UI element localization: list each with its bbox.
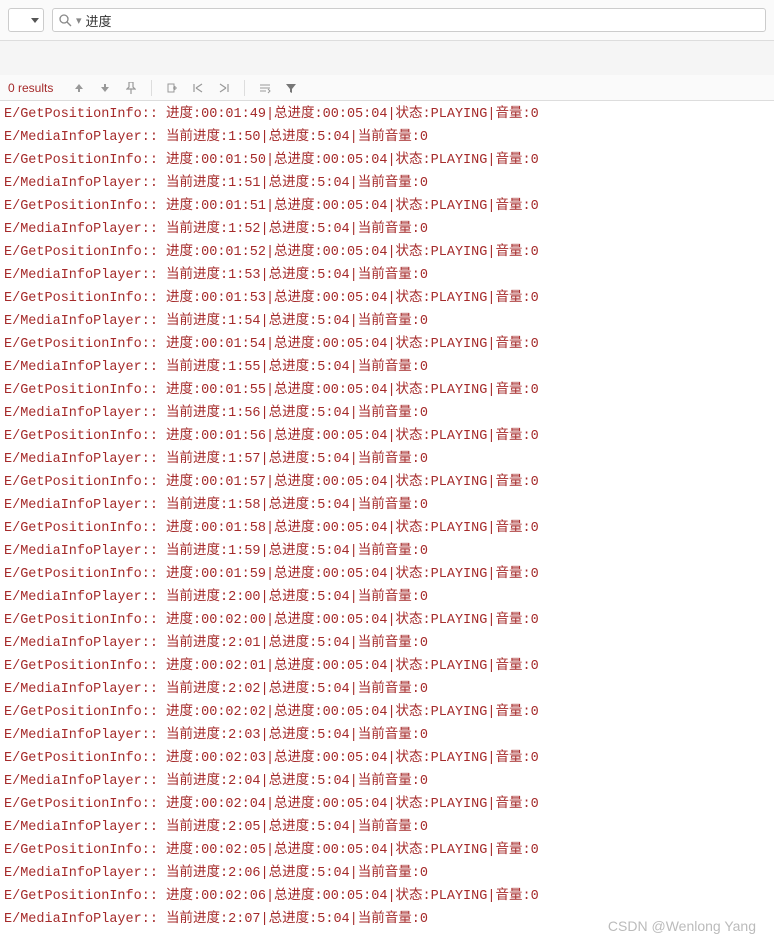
log-line[interactable]: E/GetPositionInfo:: 进度:00:01:49|总进度:00:0… — [4, 103, 770, 126]
log-line[interactable]: E/MediaInfoPlayer:: 当前进度:2:00|总进度:5:04|当… — [4, 586, 770, 609]
log-line[interactable]: E/MediaInfoPlayer:: 当前进度:1:52|总进度:5:04|当… — [4, 218, 770, 241]
log-line[interactable]: E/MediaInfoPlayer:: 当前进度:1:55|总进度:5:04|当… — [4, 356, 770, 379]
log-line[interactable]: E/MediaInfoPlayer:: 当前进度:2:03|总进度:5:04|当… — [4, 724, 770, 747]
log-line[interactable]: E/MediaInfoPlayer:: 当前进度:1:59|总进度:5:04|当… — [4, 540, 770, 563]
add-bookmark-icon[interactable] — [164, 80, 180, 96]
log-line[interactable]: E/GetPositionInfo:: 进度:00:01:57|总进度:00:0… — [4, 471, 770, 494]
search-icon — [59, 14, 72, 27]
log-line[interactable]: E/GetPositionInfo:: 进度:00:01:54|总进度:00:0… — [4, 333, 770, 356]
log-line[interactable]: E/MediaInfoPlayer:: 当前进度:1:56|总进度:5:04|当… — [4, 402, 770, 425]
pin-icon[interactable] — [123, 80, 139, 96]
log-line[interactable]: E/GetPositionInfo:: 进度:00:01:55|总进度:00:0… — [4, 379, 770, 402]
log-line[interactable]: E/GetPositionInfo:: 进度:00:02:06|总进度:00:0… — [4, 885, 770, 908]
top-bar: ▾ — [0, 0, 774, 41]
log-toolbar: 0 results — [0, 75, 774, 101]
log-line[interactable]: E/GetPositionInfo:: 进度:00:01:59|总进度:00:0… — [4, 563, 770, 586]
arrow-up-icon[interactable] — [71, 80, 87, 96]
separator — [244, 80, 245, 96]
results-count: 0 results — [8, 81, 53, 95]
scroll-end-icon[interactable] — [216, 80, 232, 96]
log-line[interactable]: E/MediaInfoPlayer:: 当前进度:1:54|总进度:5:04|当… — [4, 310, 770, 333]
log-line[interactable]: E/MediaInfoPlayer:: 当前进度:1:51|总进度:5:04|当… — [4, 172, 770, 195]
log-line[interactable]: E/MediaInfoPlayer:: 当前进度:2:06|总进度:5:04|当… — [4, 862, 770, 885]
log-line[interactable]: E/GetPositionInfo:: 进度:00:02:03|总进度:00:0… — [4, 747, 770, 770]
log-line[interactable]: E/GetPositionInfo:: 进度:00:01:52|总进度:00:0… — [4, 241, 770, 264]
chevron-down-icon — [31, 18, 39, 23]
log-line[interactable]: E/MediaInfoPlayer:: 当前进度:1:50|总进度:5:04|当… — [4, 126, 770, 149]
arrow-down-icon[interactable] — [97, 80, 113, 96]
log-line[interactable]: E/GetPositionInfo:: 进度:00:01:51|总进度:00:0… — [4, 195, 770, 218]
log-line[interactable]: E/GetPositionInfo:: 进度:00:02:00|总进度:00:0… — [4, 609, 770, 632]
separator — [151, 80, 152, 96]
regex-indicator: ▾ — [76, 14, 82, 27]
log-output[interactable]: E/GetPositionInfo:: 进度:00:01:49|总进度:00:0… — [0, 101, 774, 933]
log-line[interactable]: E/GetPositionInfo:: 进度:00:02:05|总进度:00:0… — [4, 839, 770, 862]
log-line[interactable]: E/GetPositionInfo:: 进度:00:01:50|总进度:00:0… — [4, 149, 770, 172]
log-line[interactable]: E/MediaInfoPlayer:: 当前进度:1:58|总进度:5:04|当… — [4, 494, 770, 517]
soft-wrap-icon[interactable] — [257, 80, 273, 96]
scroll-start-icon[interactable] — [190, 80, 206, 96]
log-line[interactable]: E/MediaInfoPlayer:: 当前进度:2:05|总进度:5:04|当… — [4, 816, 770, 839]
search-field[interactable]: ▾ — [52, 8, 766, 32]
log-line[interactable]: E/MediaInfoPlayer:: 当前进度:2:07|总进度:5:04|当… — [4, 908, 770, 931]
log-line[interactable]: E/MediaInfoPlayer:: 当前进度:2:01|总进度:5:04|当… — [4, 632, 770, 655]
log-line[interactable]: E/GetPositionInfo:: 进度:00:02:01|总进度:00:0… — [4, 655, 770, 678]
log-line[interactable]: E/MediaInfoPlayer:: 当前进度:2:04|总进度:5:04|当… — [4, 770, 770, 793]
log-line[interactable]: E/GetPositionInfo:: 进度:00:01:58|总进度:00:0… — [4, 517, 770, 540]
log-line[interactable]: E/MediaInfoPlayer:: 当前进度:1:53|总进度:5:04|当… — [4, 264, 770, 287]
filter-dropdown[interactable] — [8, 8, 44, 32]
log-line[interactable]: E/GetPositionInfo:: 进度:00:01:56|总进度:00:0… — [4, 425, 770, 448]
log-line[interactable]: E/GetPositionInfo:: 进度:00:02:02|总进度:00:0… — [4, 701, 770, 724]
log-line[interactable]: E/MediaInfoPlayer:: 当前进度:2:02|总进度:5:04|当… — [4, 678, 770, 701]
log-line[interactable]: E/GetPositionInfo:: 进度:00:02:04|总进度:00:0… — [4, 793, 770, 816]
log-line[interactable]: E/MediaInfoPlayer:: 当前进度:1:57|总进度:5:04|当… — [4, 448, 770, 471]
search-input[interactable] — [86, 13, 759, 28]
spacer-bar — [0, 41, 774, 75]
filter-icon[interactable] — [283, 80, 299, 96]
log-line[interactable]: E/GetPositionInfo:: 进度:00:01:53|总进度:00:0… — [4, 287, 770, 310]
